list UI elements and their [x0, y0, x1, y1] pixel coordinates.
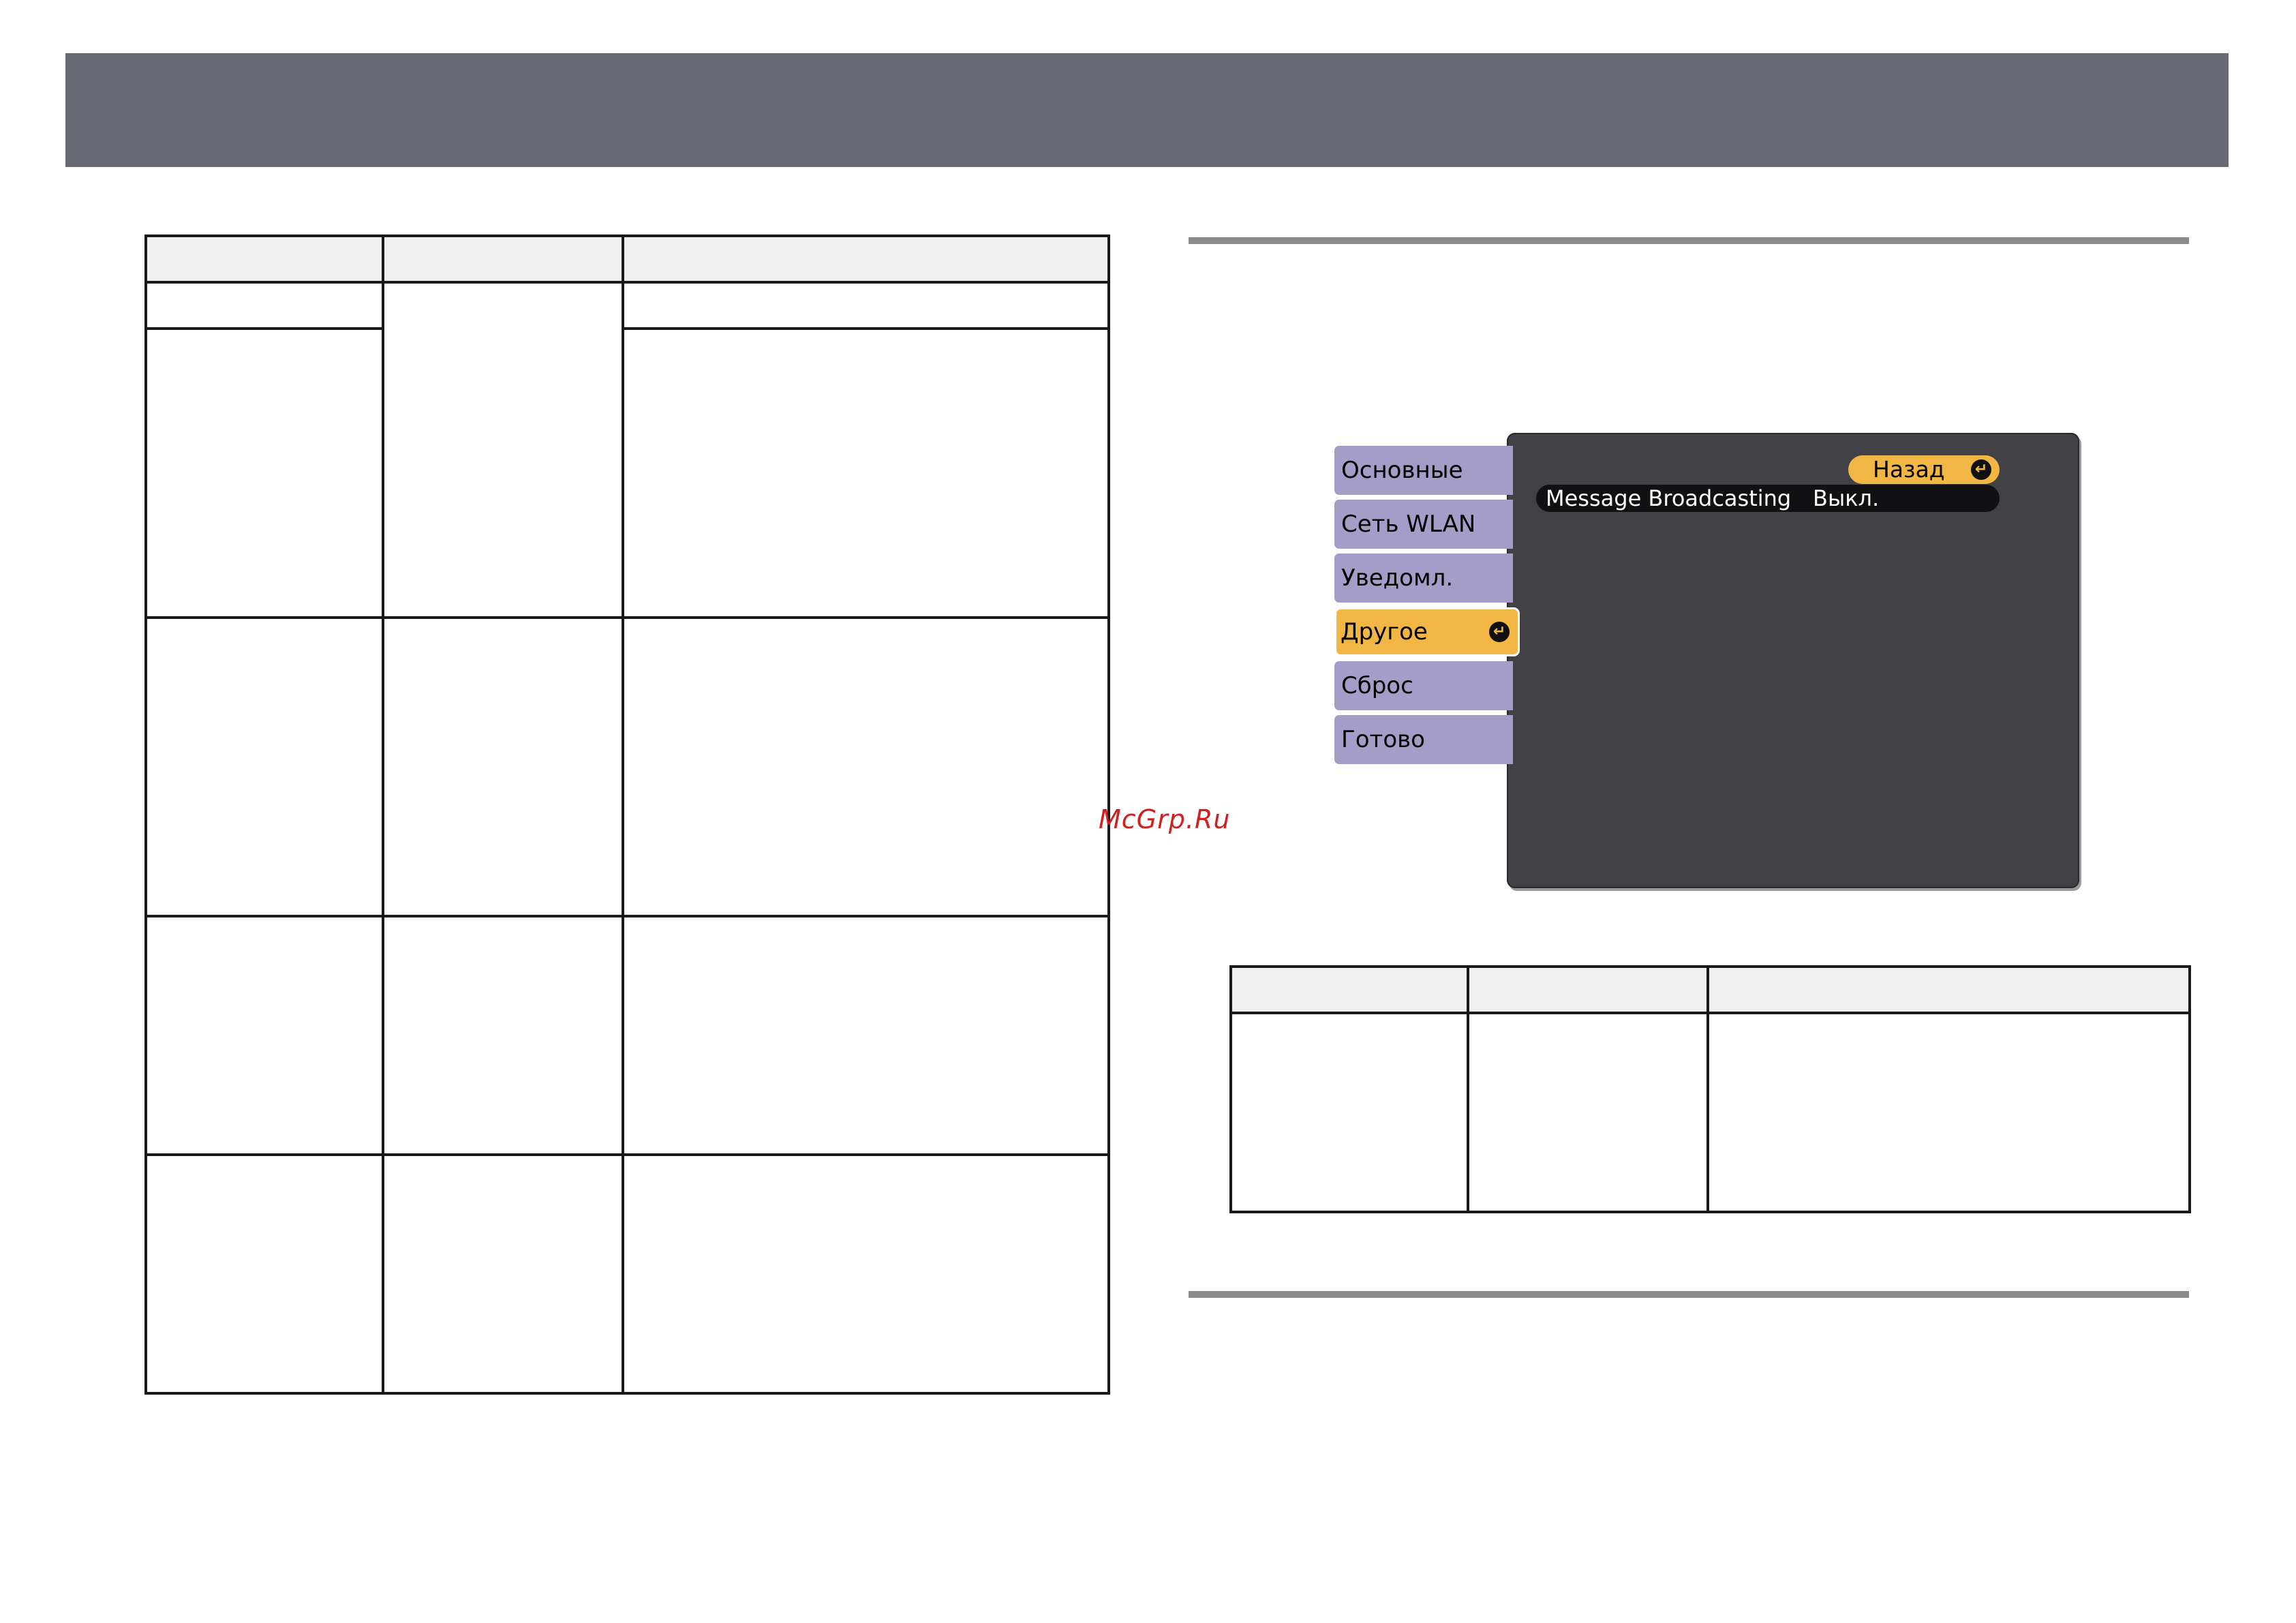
header-cell: [1706, 965, 2191, 1014]
tab-reset[interactable]: Сброс: [1334, 661, 1513, 710]
setting-value: Выкл.: [1813, 485, 1880, 511]
table-cell: [144, 327, 384, 619]
section-rule: [1189, 1291, 2189, 1298]
tab-other[interactable]: Другое ↵: [1334, 607, 1520, 656]
table-cell: [622, 1153, 1110, 1395]
enter-icon: ↵: [1489, 622, 1510, 642]
left-settings-table: [144, 234, 1110, 1395]
header-cell: [1229, 965, 1469, 1014]
header-cell: [144, 234, 384, 284]
right-settings-table: [1229, 965, 2191, 1213]
tab-notifications[interactable]: Уведомл.: [1334, 553, 1513, 603]
table-row: [144, 281, 1110, 619]
table-row: [144, 616, 1110, 917]
table-cell: [144, 915, 384, 1156]
tab-label: Готово: [1341, 726, 1425, 753]
table-cell: [622, 915, 1110, 1156]
table-cell: [382, 915, 624, 1156]
table-row: [144, 915, 1110, 1156]
tab-label: Сеть WLAN: [1341, 511, 1476, 538]
table-cell: [144, 1153, 384, 1395]
tab-label: Основные: [1341, 457, 1463, 484]
tab-label: Уведомл.: [1341, 564, 1454, 592]
tab-done[interactable]: Готово: [1334, 715, 1513, 764]
back-button-label: Назад: [1873, 456, 1945, 483]
tab-basic[interactable]: Основные: [1334, 446, 1513, 495]
table-cell: [382, 281, 624, 619]
setting-name: Message Broadcasting: [1546, 485, 1792, 511]
table-cell: [382, 1153, 624, 1395]
page-header-band: [65, 53, 2229, 167]
section-rule: [1189, 237, 2189, 244]
table-header-row: [144, 234, 1110, 284]
table-row: [144, 327, 1110, 619]
table-cell: [1467, 1012, 1709, 1213]
table-cell: [144, 281, 384, 330]
table-cell: [144, 616, 384, 917]
tab-label: Сброс: [1341, 672, 1413, 699]
table-cell: [622, 327, 1110, 619]
watermark: McGrp.Ru: [1099, 804, 1231, 834]
back-button[interactable]: Назад ↵: [1848, 455, 2000, 484]
header-cell: [382, 234, 624, 284]
tab-wlan[interactable]: Сеть WLAN: [1334, 500, 1513, 549]
enter-icon: ↵: [1971, 459, 1991, 480]
table-cell: [622, 281, 1110, 330]
table-header-row: [1229, 965, 2191, 1014]
table-cell: [382, 616, 624, 917]
header-cell: [1467, 965, 1709, 1014]
tab-label: Другое: [1341, 618, 1428, 646]
table-row: [144, 1153, 1110, 1395]
setting-row-message-broadcasting[interactable]: Message Broadcasting Выкл.: [1536, 485, 2000, 512]
table-cell: [1229, 1012, 1469, 1213]
table-row: [1229, 1012, 2191, 1213]
table-cell: [1706, 1012, 2191, 1213]
table-cell: [622, 616, 1110, 917]
header-cell: [622, 234, 1110, 284]
